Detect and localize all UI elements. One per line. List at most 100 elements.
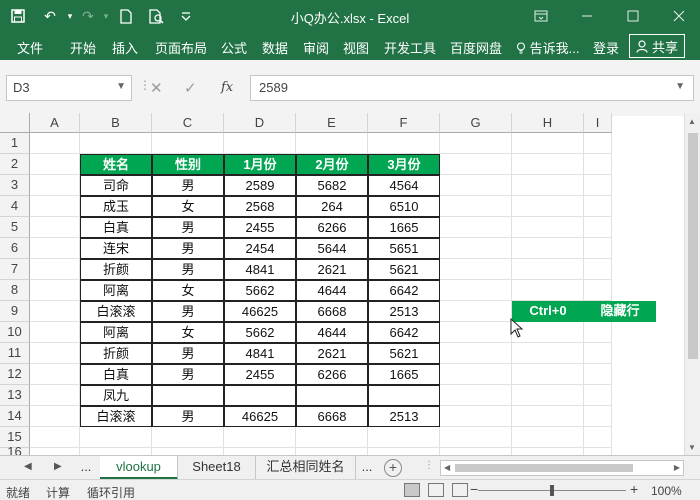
grid-cell[interactable] (30, 259, 80, 280)
table-cell[interactable]: 阿离 (80, 322, 152, 343)
tab-file[interactable]: 文件 (17, 38, 43, 57)
grid-cell[interactable] (584, 217, 612, 238)
table-cell[interactable]: 5662 (224, 322, 296, 343)
table-cell[interactable]: 司命 (80, 175, 152, 196)
grid-cell[interactable] (30, 154, 80, 175)
grid-cell[interactable] (512, 133, 584, 154)
table-cell[interactable]: 2589 (224, 175, 296, 196)
horizontal-scroll-thumb[interactable] (455, 464, 633, 472)
column-header[interactable]: H (512, 113, 584, 133)
ribbon-display-options-icon[interactable] (526, 2, 556, 30)
column-header[interactable]: F (368, 113, 440, 133)
grid-cell[interactable] (30, 301, 80, 322)
table-cell[interactable]: 2455 (224, 364, 296, 385)
cancel-entry-icon[interactable]: ✕ (150, 79, 163, 97)
table-cell[interactable]: 白真 (80, 217, 152, 238)
undo-icon[interactable]: ↶ (40, 6, 60, 26)
row-header[interactable]: 2 (0, 154, 30, 175)
table-cell[interactable]: 男 (152, 217, 224, 238)
grid-cell[interactable] (152, 427, 224, 448)
grid-cell[interactable] (440, 427, 512, 448)
grid-cell[interactable] (30, 364, 80, 385)
minimize-icon[interactable] (572, 2, 602, 30)
vertical-scroll-thumb[interactable] (688, 133, 698, 359)
grid-cell[interactable] (512, 238, 584, 259)
grid-cell[interactable] (512, 343, 584, 364)
table-cell[interactable]: 1665 (368, 217, 440, 238)
grid-cell[interactable] (584, 406, 612, 427)
page-layout-view-icon[interactable] (428, 483, 444, 497)
zoom-in-icon[interactable]: + (630, 481, 638, 497)
table-cell[interactable]: 4841 (224, 259, 296, 280)
chevron-down-icon[interactable]: ▼ (116, 81, 126, 92)
grid-cell[interactable] (440, 154, 512, 175)
column-header[interactable]: C (152, 113, 224, 133)
table-cell[interactable]: 男 (152, 238, 224, 259)
grid-cell[interactable] (512, 217, 584, 238)
table-cell[interactable] (224, 385, 296, 406)
redo-dropdown-icon[interactable]: ▾ (96, 6, 116, 26)
scroll-right-icon[interactable]: ▶ (674, 463, 680, 472)
table-cell[interactable]: 2513 (368, 301, 440, 322)
grid-cell[interactable] (440, 322, 512, 343)
row-header[interactable]: 11 (0, 343, 30, 364)
grid-cell[interactable] (30, 343, 80, 364)
tab-review[interactable]: 审阅 (303, 38, 329, 57)
undo-dropdown-icon[interactable]: ▾ (60, 6, 80, 26)
status-calculate[interactable]: 计算 (46, 484, 70, 500)
grid-cell[interactable] (440, 196, 512, 217)
tab-insert[interactable]: 插入 (112, 38, 138, 57)
scroll-sheets-left-icon[interactable]: ◀ (24, 461, 32, 472)
grid-cell[interactable] (584, 259, 612, 280)
tab-developer[interactable]: 开发工具 (384, 38, 436, 57)
save-icon[interactable] (8, 6, 28, 26)
table-cell[interactable]: 5644 (296, 238, 368, 259)
table-cell[interactable]: 男 (152, 406, 224, 427)
grid-cell[interactable] (584, 364, 612, 385)
table-cell[interactable]: 凤九 (80, 385, 152, 406)
table-header-cell[interactable]: 1月份 (224, 154, 296, 175)
grid-cell[interactable] (30, 385, 80, 406)
scroll-left-icon[interactable]: ◀ (444, 463, 450, 472)
grid-cell[interactable] (30, 406, 80, 427)
grid-cell[interactable] (440, 238, 512, 259)
table-cell[interactable]: 成玉 (80, 196, 152, 217)
more-sheets-right[interactable]: ... (356, 456, 378, 480)
grid-cell[interactable] (440, 301, 512, 322)
normal-view-icon[interactable] (404, 483, 420, 497)
row-header[interactable]: 7 (0, 259, 30, 280)
grid-cell[interactable] (440, 364, 512, 385)
table-cell[interactable]: 男 (152, 259, 224, 280)
scroll-down-icon[interactable]: ▼ (688, 443, 696, 452)
grid-cell[interactable] (584, 238, 612, 259)
add-sheet-icon[interactable]: + (384, 459, 402, 477)
row-header[interactable]: 13 (0, 385, 30, 406)
grid-cell[interactable] (296, 133, 368, 154)
status-circular-reference[interactable]: 循环引用 (87, 484, 135, 500)
grid-cell[interactable] (512, 427, 584, 448)
table-cell[interactable]: 264 (296, 196, 368, 217)
table-cell[interactable]: 5621 (368, 343, 440, 364)
column-header[interactable]: D (224, 113, 296, 133)
grid-cell[interactable] (584, 280, 612, 301)
grid-cell[interactable] (512, 280, 584, 301)
new-document-icon[interactable] (116, 6, 136, 26)
row-header[interactable]: 14 (0, 406, 30, 427)
tab-formulas[interactable]: 公式 (221, 38, 247, 57)
table-cell[interactable]: 6668 (296, 406, 368, 427)
table-header-cell[interactable]: 性别 (152, 154, 224, 175)
grid-cell[interactable] (440, 175, 512, 196)
grid-cell[interactable] (512, 259, 584, 280)
tab-data[interactable]: 数据 (262, 38, 288, 57)
print-preview-icon[interactable] (146, 6, 166, 26)
grid-cell[interactable] (512, 154, 584, 175)
redo-icon[interactable]: ↷ (78, 6, 98, 26)
table-cell[interactable] (152, 385, 224, 406)
login-link[interactable]: 登录 (593, 38, 619, 57)
row-header[interactable]: 12 (0, 364, 30, 385)
table-cell[interactable]: 白真 (80, 364, 152, 385)
table-cell[interactable]: 6668 (296, 301, 368, 322)
zoom-slider[interactable] (478, 485, 626, 496)
table-cell[interactable]: 4564 (368, 175, 440, 196)
table-cell[interactable]: 6642 (368, 280, 440, 301)
